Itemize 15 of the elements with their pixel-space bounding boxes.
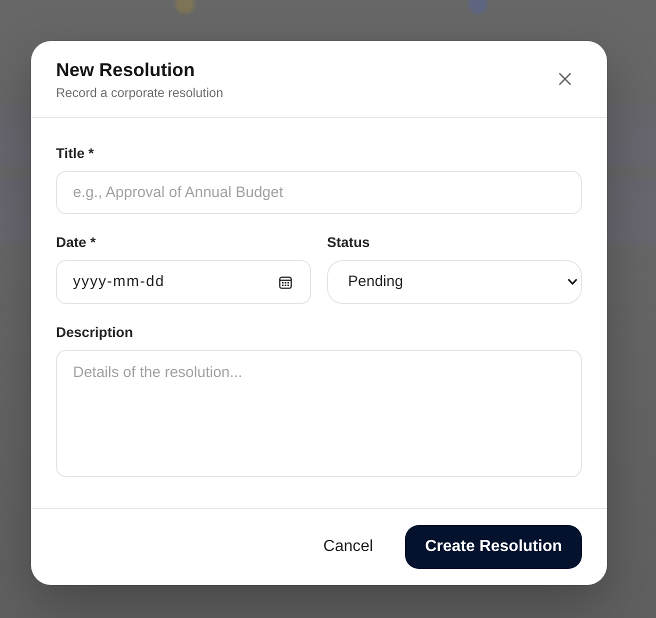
title-input[interactable]: e.g., Approval of Annual Budget bbox=[56, 171, 582, 214]
date-field[interactable]: yyyy-mm-dd bbox=[56, 260, 311, 304]
field-label: Title * bbox=[56, 144, 94, 163]
create-button[interactable]: Create Resolution bbox=[405, 525, 582, 569]
chevron-down-icon bbox=[568, 279, 577, 285]
dialog-subtitle: Record a corporate resolution bbox=[56, 85, 224, 101]
field-label: Date * bbox=[56, 233, 96, 252]
field-label: Status bbox=[327, 233, 370, 252]
dialog-title: New Resolution bbox=[56, 58, 196, 82]
field-label: Description bbox=[56, 323, 134, 342]
status-select[interactable]: Pending bbox=[327, 260, 582, 304]
cancel-button[interactable]: Cancel bbox=[307, 525, 390, 569]
calendar-icon bbox=[279, 276, 292, 288]
description-textarea[interactable]: Details of the resolution... bbox=[56, 350, 582, 477]
close-icon bbox=[559, 73, 571, 85]
